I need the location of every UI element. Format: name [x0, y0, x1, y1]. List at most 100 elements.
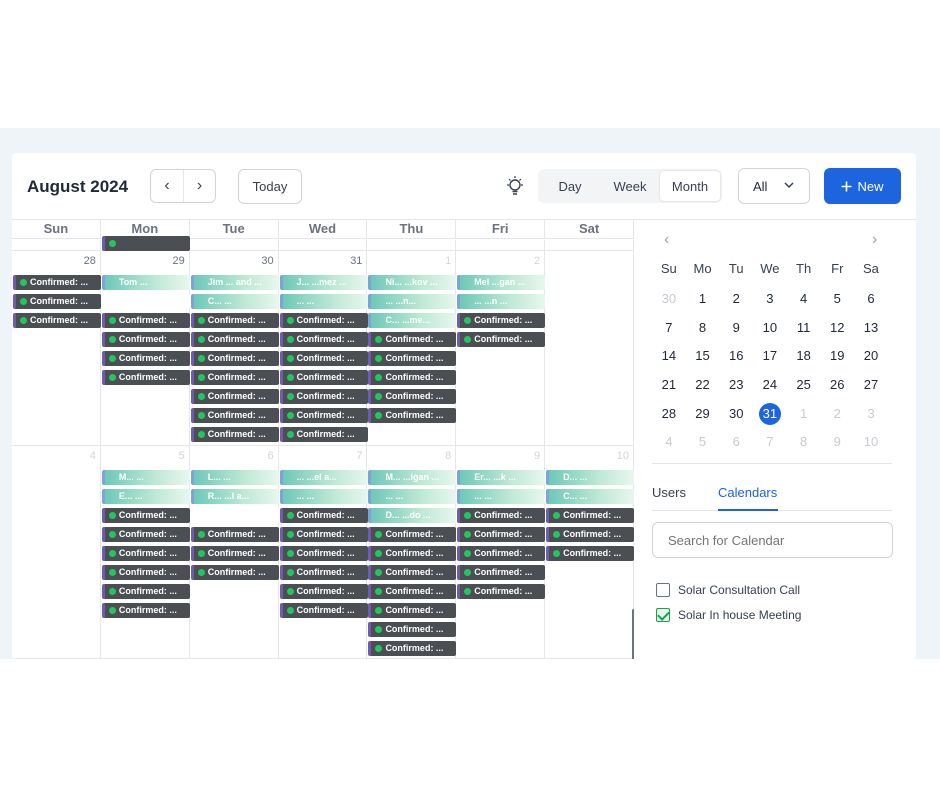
event-chip[interactable]: Confirmed: ... — [190, 370, 279, 385]
event-chip[interactable]: Confirmed: ... — [190, 427, 279, 442]
event-chip[interactable]: Confirmed: ... — [279, 313, 368, 328]
day-cell[interactable] — [12, 240, 101, 251]
calendar-option-in-house[interactable]: Solar In house Meeting — [656, 607, 801, 623]
day-cell[interactable] — [545, 251, 634, 446]
event-chip[interactable]: Er... ...k ... — [457, 470, 546, 485]
day-cell[interactable] — [545, 240, 634, 251]
checkbox-unchecked[interactable] — [656, 583, 670, 597]
event-chip[interactable]: Confirmed: ... — [13, 313, 101, 328]
mini-day[interactable]: 23 — [719, 374, 753, 396]
event-chip[interactable]: ... ... — [279, 294, 368, 309]
event-chip[interactable]: L... ... — [190, 470, 279, 485]
day-cell[interactable] — [100, 236, 190, 251]
event-chip[interactable]: D... ...do ... — [368, 508, 457, 523]
today-button[interactable]: Today — [238, 169, 302, 204]
event-chip[interactable]: Confirmed: ... — [368, 332, 457, 347]
prev-month-button[interactable]: ‹ — [151, 170, 183, 202]
event-chip[interactable]: Confirmed: ... — [101, 313, 190, 328]
event-chip[interactable]: Confirmed: ... — [101, 332, 190, 347]
event-chip[interactable]: Confirmed: ... — [368, 584, 457, 599]
event-chip[interactable]: ... ...el a... — [279, 470, 368, 485]
event-chip[interactable]: Confirmed: ... — [13, 294, 101, 309]
new-event-button[interactable]: New — [824, 168, 901, 204]
event-chip[interactable]: Confirmed: ... — [101, 370, 190, 385]
event-chip[interactable]: ... ...n ... — [457, 294, 546, 309]
mini-day[interactable]: 16 — [719, 345, 753, 367]
day-cell[interactable] — [189, 240, 279, 251]
event-chip[interactable]: Confirmed: ... — [190, 527, 279, 542]
event-chip[interactable]: ... ...n... — [368, 294, 457, 309]
event-chip[interactable] — [101, 236, 190, 251]
tab-calendars[interactable]: Calendars — [718, 485, 777, 500]
mini-next-icon[interactable]: › — [872, 231, 877, 249]
view-day-tab[interactable]: Day — [540, 171, 600, 201]
event-chip[interactable]: Confirmed: ... — [279, 546, 368, 561]
mini-day[interactable]: 7 — [753, 431, 787, 453]
mini-day[interactable]: 3 — [854, 403, 888, 425]
event-chip[interactable]: Confirmed: ... — [368, 408, 457, 423]
event-chip[interactable]: Confirmed: ... — [279, 389, 368, 404]
mini-day[interactable]: 15 — [686, 345, 720, 367]
event-chip[interactable]: D... ... — [546, 470, 634, 485]
event-chip[interactable]: Confirmed: ... — [279, 603, 368, 618]
mini-day[interactable]: 4 — [787, 288, 821, 310]
event-chip[interactable]: Confirmed: ... — [279, 332, 368, 347]
day-cell[interactable]: 6 L... ... R... ...l a... Martin Sierra ...… — [189, 446, 279, 659]
mini-day[interactable]: 11 — [787, 317, 821, 339]
mini-day[interactable]: 10 — [854, 431, 888, 453]
mini-day[interactable]: 22 — [686, 374, 720, 396]
day-cell[interactable]: 5 M... ... E... ... Confirmed: ... Confirmed… — [100, 446, 190, 659]
checkbox-checked[interactable] — [656, 608, 670, 622]
event-chip[interactable]: J... ...mez ... — [279, 275, 368, 290]
day-cell[interactable] — [367, 240, 457, 251]
day-cell[interactable]: 29 Tom ... Confirmed: ... Confirmed: ... Con… — [100, 251, 190, 446]
event-chip[interactable]: Confirmed: ... — [368, 370, 457, 385]
event-chip[interactable]: M... ... — [101, 470, 190, 485]
event-chip[interactable]: Confirmed: ... — [101, 565, 190, 580]
event-chip[interactable]: Jim ... and ... — [190, 275, 279, 290]
mini-day[interactable]: 27 — [854, 374, 888, 396]
event-chip[interactable]: Ni... ...kov ... — [368, 275, 457, 290]
day-cell[interactable]: 30 Jim ... and ... C... ... Confirmed: ... C… — [189, 251, 279, 446]
event-chip[interactable]: Confirmed: ... — [368, 603, 457, 618]
mini-day[interactable]: 18 — [787, 345, 821, 367]
day-cell[interactable] — [278, 240, 368, 251]
day-cell[interactable]: 1 Ni... ...kov ... ... ...n... C... ...me..… — [367, 251, 457, 446]
day-cell[interactable]: 4 — [12, 446, 101, 659]
event-chip[interactable]: Mel ...gan ... — [457, 275, 546, 290]
mini-day[interactable]: 4 — [652, 431, 686, 453]
event-chip[interactable]: Confirmed: ... — [279, 508, 368, 523]
mini-day[interactable]: 26 — [820, 374, 854, 396]
event-chip[interactable]: Confirmed: ... — [101, 603, 190, 618]
mini-prev-icon[interactable]: ‹ — [664, 231, 669, 249]
mini-day[interactable]: 24 — [753, 374, 787, 396]
event-chip[interactable]: Confirmed: ... — [190, 332, 279, 347]
calendar-option-consultation[interactable]: Solar Consultation Call — [656, 582, 800, 598]
day-cell[interactable]: 28 Confirmed: ... Confirmed: ... Confirmed:… — [12, 251, 101, 446]
mini-day[interactable]: 14 — [652, 345, 686, 367]
event-chip[interactable]: Confirmed: ... — [190, 313, 279, 328]
event-chip[interactable]: Confirmed: ... — [101, 546, 190, 561]
mini-day[interactable]: 3 — [753, 288, 787, 310]
lightbulb-icon[interactable] — [504, 175, 526, 197]
event-chip[interactable]: ... ... — [368, 489, 457, 504]
mini-day[interactable]: 20 — [854, 345, 888, 367]
event-chip[interactable]: Confirmed: ... — [457, 527, 546, 542]
mini-day[interactable]: 1 — [787, 403, 821, 425]
day-cell[interactable]: 7 ... ...el a... ... ... Confirmed: ... Conf… — [278, 446, 368, 659]
next-month-button[interactable]: › — [182, 170, 215, 202]
mini-day[interactable]: 25 — [787, 374, 821, 396]
day-cell[interactable]: 2 Mel ...gan ... ... ...n ... Confirmed: ..… — [456, 251, 546, 446]
mini-day[interactable]: 30 — [652, 288, 686, 310]
event-chip[interactable]: Confirmed: ... — [457, 332, 546, 347]
event-chip[interactable]: Martin Sierra ... — [190, 508, 279, 523]
event-chip[interactable]: C... ... — [546, 489, 634, 504]
event-chip[interactable]: ... ... — [457, 489, 546, 504]
event-chip[interactable]: Confirmed: ... — [101, 584, 190, 599]
event-chip[interactable]: Confirmed: ... — [368, 622, 457, 637]
event-chip[interactable]: Confirmed: ... — [190, 546, 279, 561]
event-chip[interactable]: E... ... — [101, 489, 190, 504]
event-chip[interactable]: Confirmed: ... — [546, 508, 634, 523]
mini-day[interactable]: 28 — [652, 403, 686, 425]
mini-day[interactable]: 8 — [686, 317, 720, 339]
